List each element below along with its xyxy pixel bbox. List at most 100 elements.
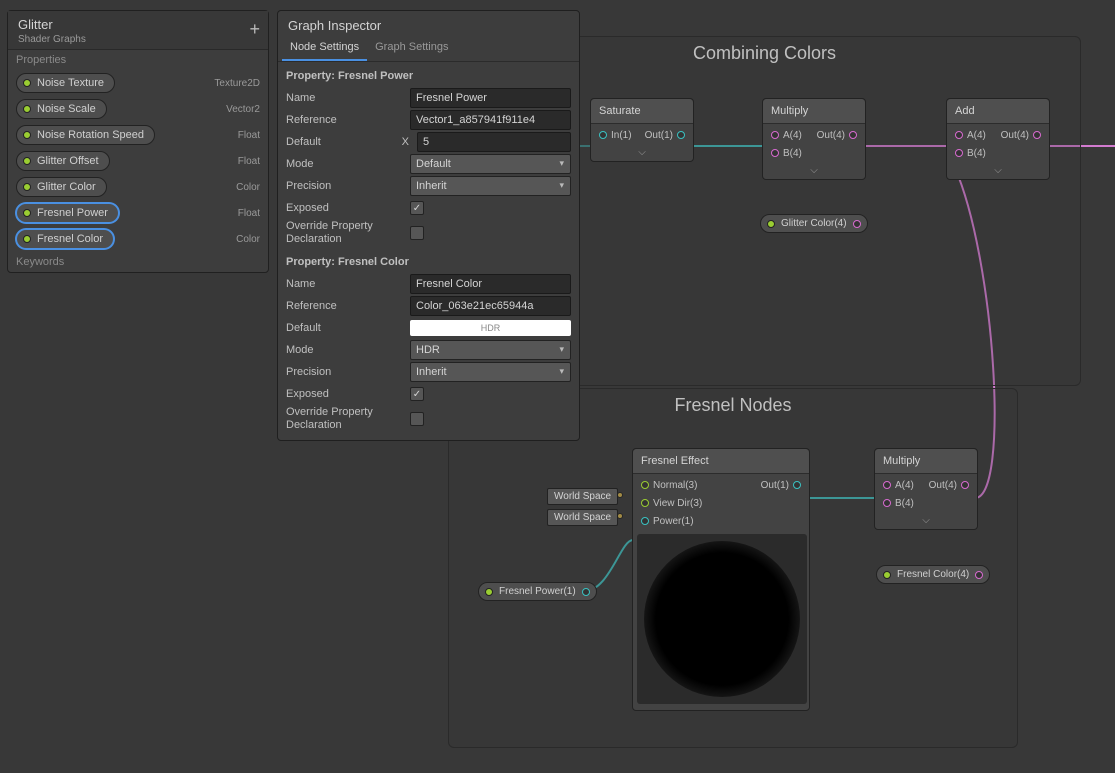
node-title[interactable]: Add bbox=[947, 99, 1049, 124]
node-chip-fresnel-color[interactable]: Fresnel Color(4) bbox=[876, 565, 990, 584]
pill-dot-icon bbox=[23, 105, 31, 113]
node-add[interactable]: Add A(4) Out(4) B(4) ⌵ bbox=[946, 98, 1050, 180]
inspector-title: Graph Inspector bbox=[278, 11, 579, 35]
port-in-icon[interactable] bbox=[955, 131, 963, 139]
override-checkbox[interactable] bbox=[410, 226, 424, 240]
property-item[interactable]: Fresnel Color Color bbox=[8, 226, 268, 252]
port-out-icon[interactable] bbox=[853, 220, 861, 228]
pill-dot-icon bbox=[23, 79, 31, 87]
property-item[interactable]: Noise Scale Vector2 bbox=[8, 96, 268, 122]
port-in-icon[interactable] bbox=[641, 481, 649, 489]
pill-dot-icon bbox=[23, 157, 31, 165]
label-exposed: Exposed bbox=[286, 388, 406, 400]
property-item[interactable]: Glitter Offset Float bbox=[8, 148, 268, 174]
collapse-toggle[interactable]: ⌵ bbox=[947, 164, 1049, 179]
label-precision: Precision bbox=[286, 180, 406, 192]
space-select-normal[interactable]: World Space bbox=[547, 488, 618, 505]
property-pill: Noise Texture bbox=[16, 73, 115, 93]
property-item[interactable]: Noise Texture Texture2D bbox=[8, 70, 268, 96]
property-heading: Property: Fresnel Color bbox=[286, 256, 571, 268]
port-out-icon[interactable] bbox=[582, 588, 590, 596]
name-input[interactable] bbox=[410, 274, 571, 294]
property-pill: Glitter Offset bbox=[16, 151, 110, 171]
blackboard-title: Glitter bbox=[18, 17, 258, 32]
graph-inspector-panel: Graph Inspector Node Settings Graph Sett… bbox=[277, 10, 580, 441]
label-name: Name bbox=[286, 278, 406, 290]
node-title[interactable]: Fresnel Effect bbox=[633, 449, 809, 474]
exposed-checkbox[interactable]: ✓ bbox=[410, 201, 424, 215]
node-chip-fresnel-power[interactable]: Fresnel Power(1) bbox=[478, 582, 597, 601]
node-title[interactable]: Saturate bbox=[591, 99, 693, 124]
port-in-icon[interactable] bbox=[641, 499, 649, 507]
add-property-button[interactable]: + bbox=[249, 19, 260, 40]
port-out-icon[interactable] bbox=[849, 131, 857, 139]
property-item[interactable]: Glitter Color Color bbox=[8, 174, 268, 200]
port-out-icon[interactable] bbox=[1033, 131, 1041, 139]
name-input[interactable] bbox=[410, 88, 571, 108]
property-item[interactable]: Noise Rotation Speed Float bbox=[8, 122, 268, 148]
precision-select[interactable]: Inherit bbox=[410, 362, 571, 382]
node-multiply[interactable]: Multiply A(4) Out(4) B(4) ⌵ bbox=[762, 98, 866, 180]
override-checkbox[interactable] bbox=[410, 412, 424, 426]
default-x-input[interactable] bbox=[417, 132, 571, 152]
port-in-icon[interactable] bbox=[883, 499, 891, 507]
properties-section-label: Properties bbox=[8, 50, 268, 70]
mode-select[interactable]: HDR bbox=[410, 340, 571, 360]
reference-input[interactable] bbox=[410, 110, 571, 130]
precision-select[interactable]: Inherit bbox=[410, 176, 571, 196]
property-type: Color bbox=[236, 234, 260, 245]
property-type: Texture2D bbox=[214, 78, 260, 89]
pill-dot-icon bbox=[23, 131, 31, 139]
property-type: Vector2 bbox=[226, 104, 260, 115]
port-in-icon[interactable] bbox=[599, 131, 607, 139]
x-label: X bbox=[398, 136, 413, 148]
label-reference: Reference bbox=[286, 300, 406, 312]
mode-select[interactable]: Default bbox=[410, 154, 571, 174]
blackboard-panel: Glitter Shader Graphs + Properties Noise… bbox=[7, 10, 269, 273]
pill-dot-icon bbox=[767, 220, 775, 228]
space-select-viewdir[interactable]: World Space bbox=[547, 509, 618, 526]
node-multiply[interactable]: Multiply A(4) Out(4) B(4) ⌵ bbox=[874, 448, 978, 530]
port-out-icon[interactable] bbox=[961, 481, 969, 489]
port-out-icon[interactable] bbox=[793, 481, 801, 489]
port-in-icon[interactable] bbox=[771, 149, 779, 157]
port-out-icon[interactable] bbox=[975, 571, 983, 579]
pill-dot-icon bbox=[23, 183, 31, 191]
port-in-icon[interactable] bbox=[955, 149, 963, 157]
hdr-color-swatch[interactable]: HDR bbox=[410, 320, 571, 336]
node-title[interactable]: Multiply bbox=[763, 99, 865, 124]
property-item[interactable]: Fresnel Power Float bbox=[8, 200, 268, 226]
tab-node-settings[interactable]: Node Settings bbox=[282, 35, 367, 61]
property-type: Float bbox=[238, 130, 260, 141]
port-out-icon[interactable] bbox=[677, 131, 685, 139]
property-block-fresnel-color: Property: Fresnel Color Name Reference D… bbox=[278, 254, 579, 440]
label-override: Override Property Declaration bbox=[286, 220, 406, 246]
pill-dot-icon bbox=[23, 235, 31, 243]
collapse-toggle[interactable]: ⌵ bbox=[763, 164, 865, 179]
label-name: Name bbox=[286, 92, 406, 104]
tab-graph-settings[interactable]: Graph Settings bbox=[367, 35, 456, 61]
node-fresnel-effect[interactable]: Fresnel Effect Normal(3) Out(1) View Dir… bbox=[632, 448, 810, 711]
label-reference: Reference bbox=[286, 114, 406, 126]
preview-sphere bbox=[644, 541, 800, 697]
property-pill: Glitter Color bbox=[16, 177, 107, 197]
property-pill: Noise Scale bbox=[16, 99, 107, 119]
label-exposed: Exposed bbox=[286, 202, 406, 214]
property-type: Float bbox=[238, 208, 260, 219]
label-mode: Mode bbox=[286, 344, 406, 356]
collapse-toggle[interactable]: ⌵ bbox=[591, 146, 693, 161]
port-in-icon[interactable] bbox=[641, 517, 649, 525]
node-title[interactable]: Multiply bbox=[875, 449, 977, 474]
collapse-toggle[interactable]: ⌵ bbox=[875, 514, 977, 529]
port-in-icon[interactable] bbox=[771, 131, 779, 139]
port-in-icon[interactable] bbox=[883, 481, 891, 489]
exposed-checkbox[interactable]: ✓ bbox=[410, 387, 424, 401]
label-mode: Mode bbox=[286, 158, 406, 170]
property-block-fresnel-power: Property: Fresnel Power Name Reference D… bbox=[278, 62, 579, 254]
property-heading: Property: Fresnel Power bbox=[286, 70, 571, 82]
property-pill: Fresnel Power bbox=[16, 203, 119, 223]
node-chip-glitter-color[interactable]: Glitter Color(4) bbox=[760, 214, 868, 233]
property-pill: Fresnel Color bbox=[16, 229, 114, 249]
reference-input[interactable] bbox=[410, 296, 571, 316]
node-saturate[interactable]: Saturate In(1) Out(1) ⌵ bbox=[590, 98, 694, 162]
